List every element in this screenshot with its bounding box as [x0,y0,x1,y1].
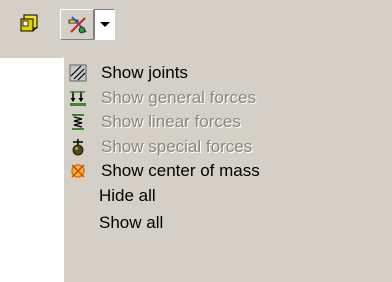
menu-item-label: Show joints [101,63,188,82]
menu-item-show-joints[interactable]: Show joints [64,61,392,85]
display-menu: Show joints Show general forces Show lin… [63,57,392,282]
menu-item-label: Show linear forces [101,112,241,131]
menu-item-label: Hide all [99,186,156,205]
general-forces-icon [70,91,86,106]
menu-item-show-all[interactable]: Show all [64,211,392,235]
menu-item-show-linear-forces[interactable]: Show linear forces [64,110,392,134]
menu-item-hide-all[interactable]: Hide all [64,184,392,208]
menu-item-label: Show general forces [101,88,256,107]
special-forces-icon [72,139,84,156]
joints-icon [69,64,87,82]
display-dropdown-button[interactable] [94,9,115,40]
display-options-button[interactable] [60,9,94,40]
body-folder-icon [20,14,38,32]
menu-item-show-special-forces[interactable]: Show special forces [64,135,392,159]
linear-forces-icon [72,114,84,130]
chevron-down-icon [100,22,110,27]
display-options-icon [68,16,87,34]
toolbar [0,0,392,58]
menu-item-show-center-of-mass[interactable]: Show center of mass [64,159,392,183]
body-toolbar-button[interactable] [13,9,43,39]
menu-item-label: Show all [99,213,164,232]
menu-item-label: Show special forces [101,137,253,156]
menu-item-label: Show center of mass [101,161,260,180]
menu-item-show-general-forces[interactable]: Show general forces [64,86,392,110]
center-of-mass-icon [71,164,85,178]
